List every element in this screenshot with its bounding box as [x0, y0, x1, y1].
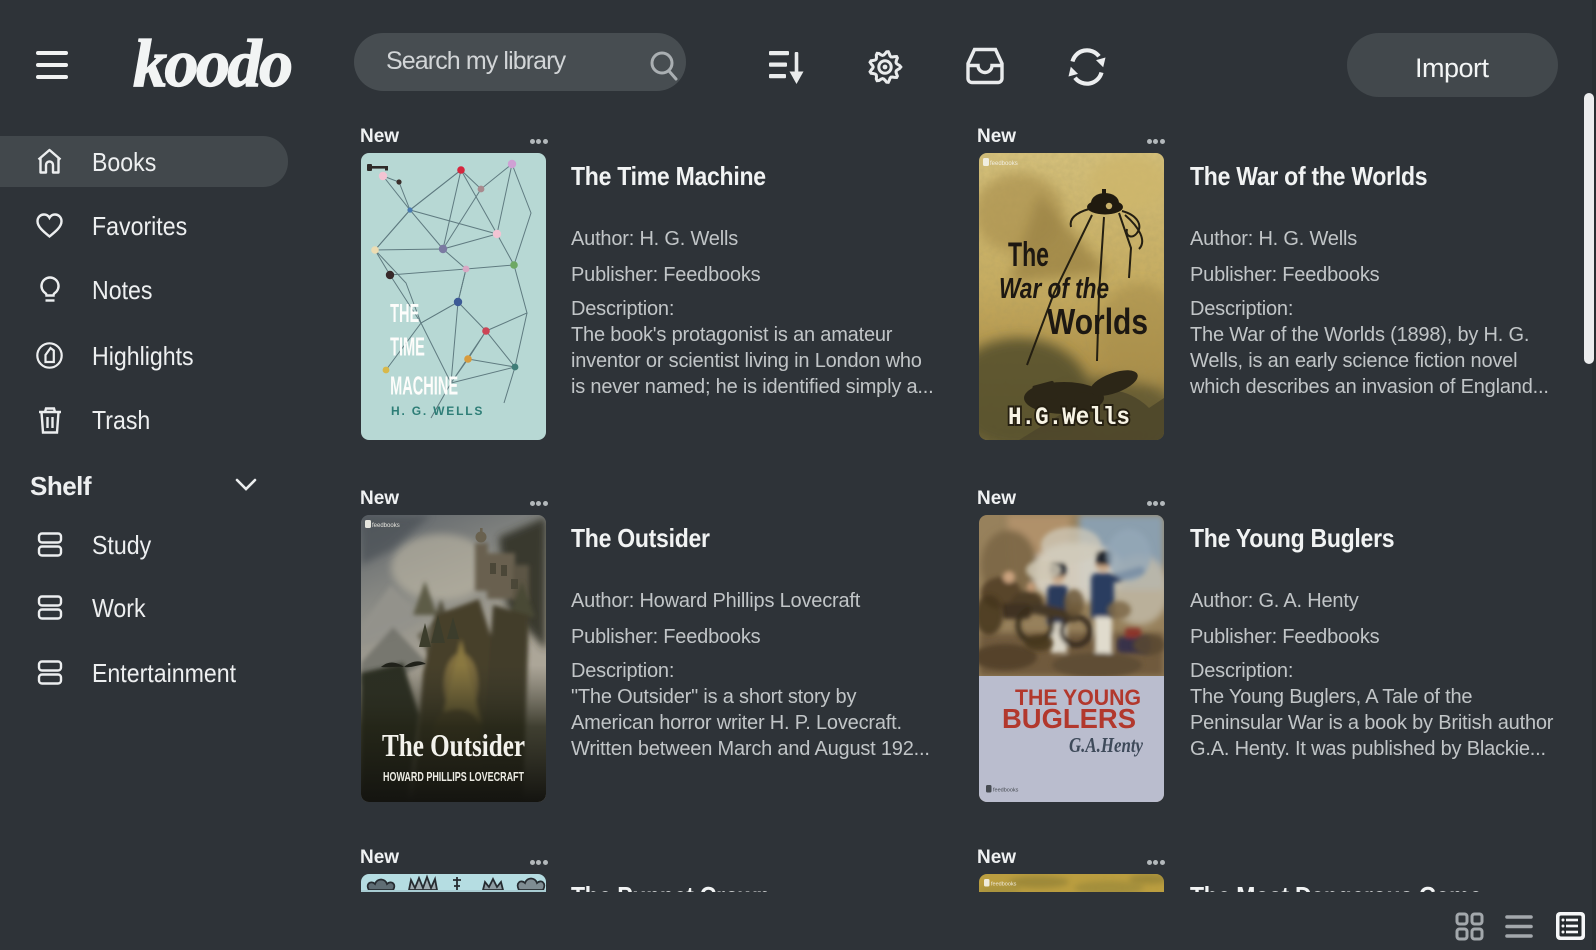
svg-text:G.A.Henty: G.A.Henty [1069, 733, 1144, 757]
svg-text:Worlds: Worlds [1047, 301, 1148, 342]
svg-text:The: The [1008, 236, 1049, 274]
svg-text:feedbooks: feedbooks [993, 788, 1019, 794]
svg-text:H.G.Wells: H.G.Wells [1008, 403, 1130, 432]
svg-text:The Outsider: The Outsider [382, 727, 525, 763]
svg-text:feedbooks: feedbooks [990, 161, 1018, 167]
svg-text:feedbooks: feedbooks [991, 882, 1017, 888]
svg-text:THE: THE [390, 300, 419, 328]
svg-text:feedbooks: feedbooks [372, 523, 400, 529]
svg-text:H. G. WELLS: H. G. WELLS [391, 404, 484, 418]
svg-text:BUGLERS: BUGLERS [1002, 703, 1136, 734]
svg-text:TIME: TIME [390, 333, 425, 361]
svg-text:MACHINE: MACHINE [390, 372, 458, 400]
svg-text:HOWARD PHILLIPS LOVECRAFT: HOWARD PHILLIPS LOVECRAFT [383, 770, 524, 784]
